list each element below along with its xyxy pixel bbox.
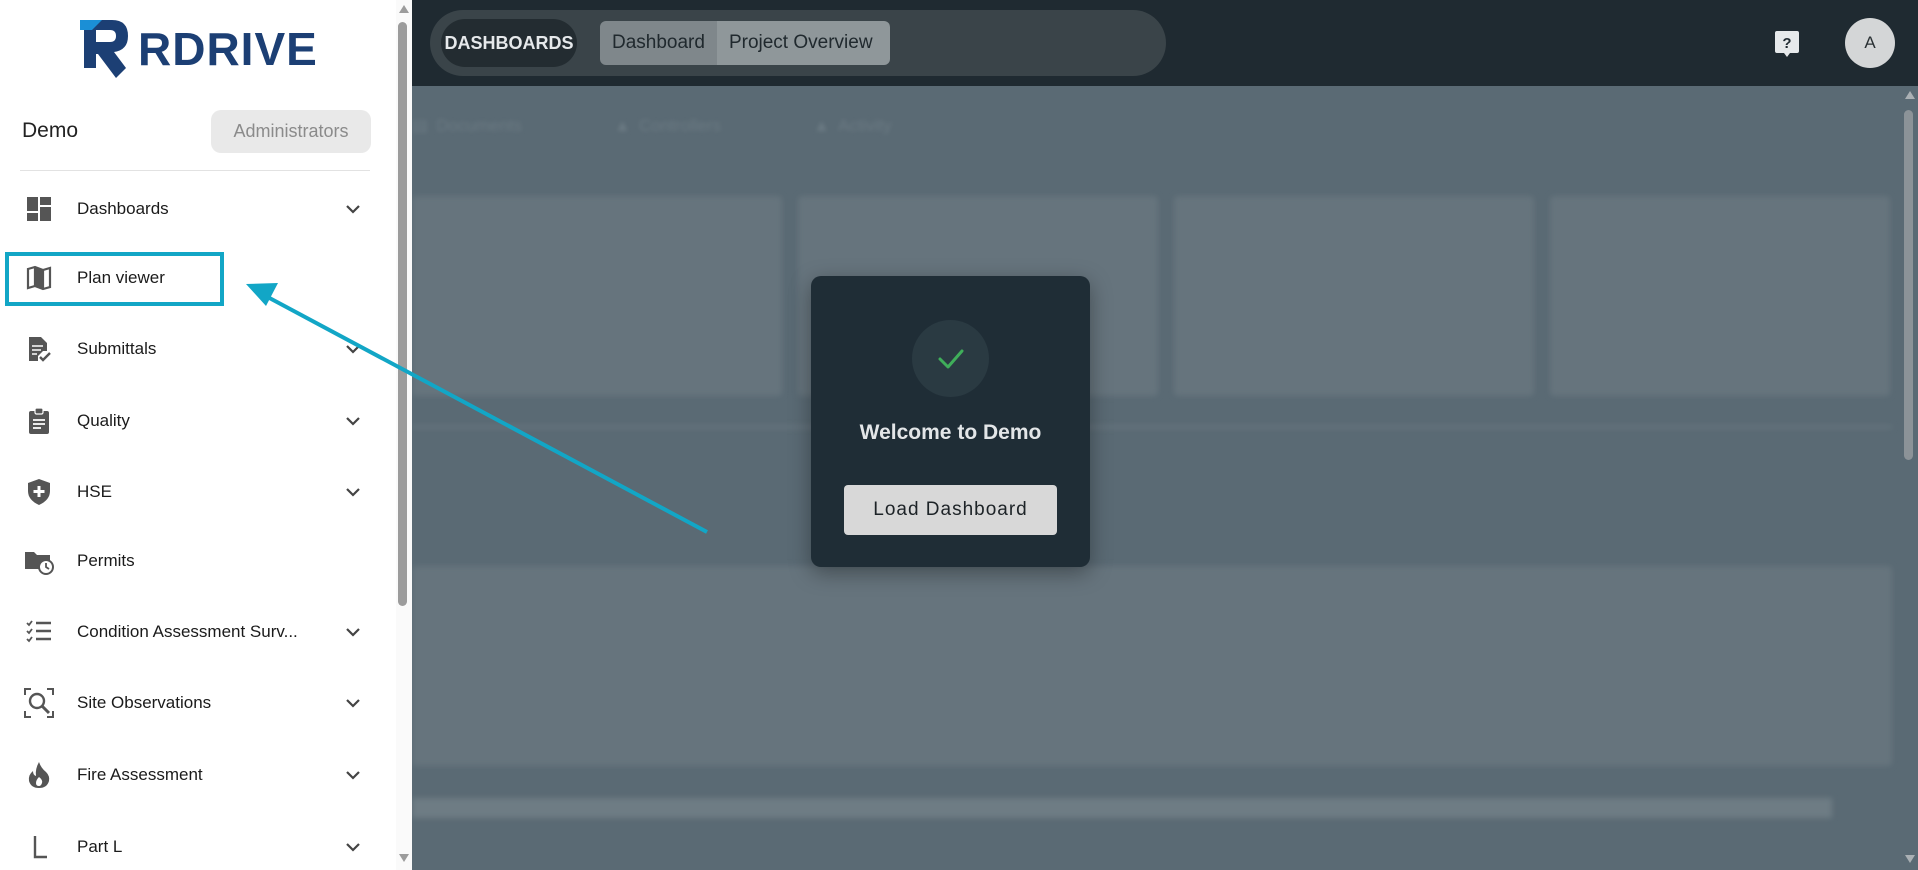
highlight-box (5, 252, 224, 306)
sidebar-item-fire-assessment[interactable]: Fire Assessment (0, 750, 380, 800)
background-tabs: ▤ Documents ▲ Controllers ▲ Activity (412, 106, 892, 146)
chevron-down-icon[interactable] (342, 198, 364, 220)
help-icon[interactable]: ? (1774, 29, 1800, 59)
sidebar: RDRIVE Demo Administrators Dashboards Pl… (0, 0, 412, 870)
chevron-down-icon[interactable] (342, 692, 364, 714)
sidebar-item-hse[interactable]: HSE (0, 467, 380, 517)
background-footer (412, 798, 1832, 818)
sidebar-item-label: Site Observations (77, 693, 212, 712)
sidebar-item-condition-assessment[interactable]: Condition Assessment Surv... (0, 607, 380, 657)
sidebar-item-permits[interactable]: Permits (0, 536, 380, 586)
folder-clock-icon (24, 546, 54, 576)
svg-text:?: ? (1782, 35, 1791, 52)
sidebar-item-label: Fire Assessment (77, 765, 203, 784)
fire-icon (24, 760, 54, 790)
background-tab-documents: ▤ Documents (412, 116, 523, 135)
sidebar-item-part-l[interactable]: Part L (0, 822, 380, 870)
background-card (1174, 196, 1534, 396)
background-card (1550, 196, 1890, 396)
sidebar-item-quality[interactable]: Quality (0, 396, 380, 446)
user-avatar[interactable]: A (1845, 18, 1895, 68)
sidebar-item-label: Dashboards (77, 199, 169, 218)
sidebar-scrollbar-thumb[interactable] (398, 22, 407, 606)
welcome-dialog: Welcome to Demo Load Dashboard (811, 276, 1090, 567)
dashboard-tab-group: Dashboard Project Overview (600, 21, 890, 65)
sidebar-item-label: Quality (77, 411, 130, 430)
scroll-up-arrow-icon[interactable] (398, 4, 410, 14)
letter-l-icon (24, 832, 54, 862)
checklist-icon (24, 617, 54, 647)
sidebar-item-label: Submittals (77, 339, 157, 358)
shield-plus-icon (24, 477, 54, 507)
logo-text: RDRIVE (138, 23, 318, 75)
background-panel (412, 566, 1892, 766)
sidebar-item-label: Permits (77, 551, 135, 570)
dashboards-section-button[interactable]: DASHBOARDS (441, 19, 577, 67)
clipboard-icon (24, 406, 54, 436)
welcome-title: Welcome to Demo (859, 421, 1042, 444)
chevron-down-icon[interactable] (342, 621, 364, 643)
sidebar-item-label: HSE (77, 482, 112, 501)
chevron-down-icon[interactable] (342, 338, 364, 360)
chevron-down-icon[interactable] (342, 410, 364, 432)
sidebar-item-label: Part L (77, 837, 123, 856)
sidebar-divider (20, 170, 370, 171)
organization-name: Demo (22, 119, 79, 142)
dashboard-icon (24, 194, 54, 224)
scroll-down-arrow-icon[interactable] (398, 853, 410, 863)
background-tab-activity: ▲ Activity (813, 116, 892, 135)
rdrive-logo: RDRIVE (78, 14, 318, 84)
sidebar-item-dashboards[interactable]: Dashboards (0, 184, 380, 234)
sidebar-item-submittals[interactable]: Submittals (0, 324, 380, 374)
main-scrollbar-thumb[interactable] (1904, 110, 1913, 460)
scroll-up-arrow-icon[interactable] (1904, 90, 1916, 100)
document-check-icon (24, 334, 54, 364)
dashboard-background: ▤ Documents ▲ Controllers ▲ Activity (412, 86, 1902, 870)
search-scan-icon (24, 688, 54, 718)
tab-dashboard[interactable]: Dashboard (600, 21, 717, 65)
chevron-down-icon[interactable] (342, 764, 364, 786)
background-tab-controllers: ▲ Controllers (614, 116, 722, 135)
success-check-icon (912, 320, 989, 397)
tab-project-overview[interactable]: Project Overview (716, 21, 890, 65)
dashboard-switcher: DASHBOARDS Dashboard Project Overview (430, 10, 1166, 76)
logo-mark-icon (80, 20, 128, 78)
chevron-down-icon[interactable] (342, 836, 364, 858)
chevron-down-icon[interactable] (342, 481, 364, 503)
sidebar-item-label: Condition Assessment Surv... (77, 622, 298, 641)
role-badge[interactable]: Administrators (211, 110, 371, 153)
load-dashboard-button[interactable]: Load Dashboard (844, 485, 1057, 535)
scroll-down-arrow-icon[interactable] (1904, 854, 1916, 864)
background-divider (412, 426, 1892, 428)
sidebar-item-site-observations[interactable]: Site Observations (0, 678, 380, 728)
background-card (412, 196, 782, 396)
